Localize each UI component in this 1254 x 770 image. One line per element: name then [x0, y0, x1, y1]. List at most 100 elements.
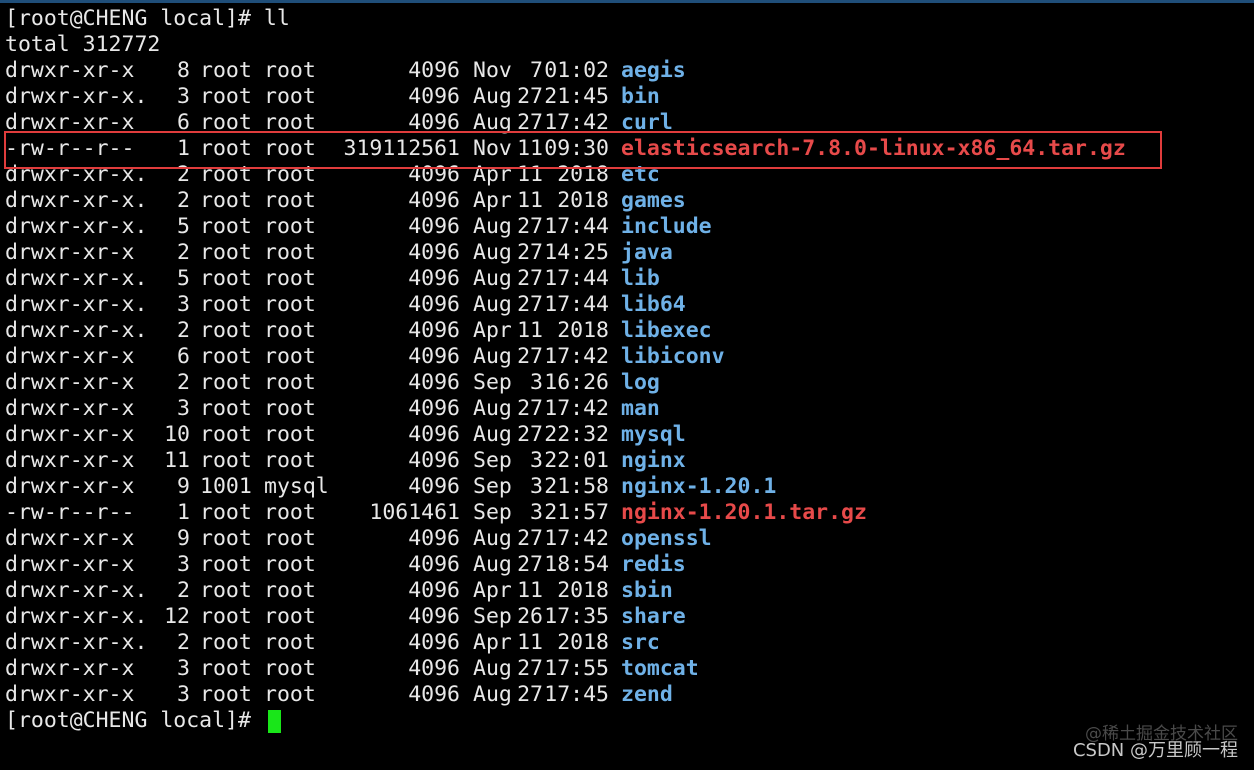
terminal-window[interactable]: [root@CHENG local]# ll total 312772 drwx… [0, 0, 1254, 770]
col-group: root [264, 240, 316, 265]
file-name-directory[interactable]: libiconv [609, 344, 725, 370]
col-month: Aug [473, 214, 512, 239]
file-name-directory[interactable]: redis [609, 552, 686, 578]
col-size: 4096 [408, 448, 460, 473]
col-perm: drwxr-xr-x. [5, 188, 148, 213]
file-name-directory[interactable]: openssl [609, 526, 712, 552]
col-perm: drwxr-xr-x. [5, 578, 148, 603]
listing-row: drwxr-xr-x. 2 root root 4096 Apr 11 2018 etc [5, 162, 1254, 188]
col-day: 27 [517, 266, 543, 291]
file-name-directory[interactable]: lib [609, 266, 660, 292]
file-name-directory[interactable]: curl [609, 110, 673, 136]
file-name-directory[interactable]: zend [609, 682, 673, 708]
file-name-directory[interactable]: libexec [609, 318, 712, 344]
col-day: 3 [530, 474, 543, 499]
col-time: 17:42 [544, 110, 609, 135]
col-time: 17:42 [544, 396, 609, 421]
directory-listing: drwxr-xr-x 8 root root 4096 Nov 701:02 aegis drw… [5, 58, 1254, 708]
listing-row: drwxr-xr-x 2 root root 4096 Aug 2714:25 java [5, 240, 1254, 266]
col-group: root [264, 682, 316, 707]
col-month: Aug [473, 240, 512, 265]
col-day: 11 [517, 318, 543, 343]
col-owner: root [200, 526, 252, 551]
file-name-archive[interactable]: elasticsearch-7.8.0-linux-x86_64.tar.gz [609, 136, 1126, 162]
col-size: 4096 [408, 474, 460, 499]
file-name-directory[interactable]: lib64 [609, 292, 686, 318]
file-name-directory[interactable]: etc [609, 162, 660, 188]
col-links: 2 [177, 370, 190, 395]
file-name-directory[interactable]: bin [609, 84, 660, 110]
col-day: 26 [517, 604, 543, 629]
col-day: 3 [530, 500, 543, 525]
col-perm: drwxr-xr-x. [5, 84, 148, 109]
listing-row: drwxr-xr-x. 3 root root 4096 Aug 2717:44 lib64 [5, 292, 1254, 318]
listing-row: drwxr-xr-x 3 root root 4096 Aug 2718:54 redis [5, 552, 1254, 578]
file-name-directory[interactable]: include [609, 214, 712, 240]
col-links: 3 [177, 682, 190, 707]
col-time: 22:32 [544, 422, 609, 447]
col-group: root [264, 448, 316, 473]
col-size: 4096 [408, 422, 460, 447]
col-links: 3 [177, 84, 190, 109]
col-links: 2 [177, 630, 190, 655]
listing-row: drwxr-xr-x 9 root root 4096 Aug 2717:42 openssl [5, 526, 1254, 552]
listing-row: -rw-r--r-- 1 root root 1061461 Sep 321:57 nginx… [5, 500, 1254, 526]
file-name-directory[interactable]: share [609, 604, 686, 630]
col-perm: drwxr-xr-x. [5, 604, 148, 629]
col-perm: drwxr-xr-x [5, 344, 135, 369]
col-links: 9 [177, 526, 190, 551]
col-group: root [264, 370, 316, 395]
listing-row: drwxr-xr-x 10 root root 4096 Aug 2722:32 mysql [5, 422, 1254, 448]
col-month: Nov [473, 58, 512, 83]
file-name-directory[interactable]: aegis [609, 58, 686, 84]
col-day: 27 [517, 656, 543, 681]
file-name-directory[interactable]: games [609, 188, 686, 214]
file-name-directory[interactable]: src [609, 630, 660, 656]
col-size: 4096 [408, 552, 460, 577]
col-owner: root [200, 682, 252, 707]
col-month: Apr [473, 188, 512, 213]
col-links: 3 [177, 292, 190, 317]
file-name-directory[interactable]: nginx [609, 448, 686, 474]
file-name-directory[interactable]: man [609, 396, 660, 422]
col-links: 1 [177, 500, 190, 525]
col-size: 4096 [408, 188, 460, 213]
file-name-archive[interactable]: nginx-1.20.1.tar.gz [609, 500, 867, 526]
col-group: root [264, 58, 316, 83]
col-month: Nov [473, 136, 512, 161]
col-links: 8 [177, 58, 190, 83]
file-name-directory[interactable]: tomcat [609, 656, 699, 682]
col-perm: drwxr-xr-x. [5, 318, 148, 343]
col-group: root [264, 526, 316, 551]
file-name-directory[interactable]: nginx-1.20.1 [609, 474, 776, 500]
col-day: 11 [517, 578, 543, 603]
col-group: root [264, 656, 316, 681]
file-name-directory[interactable]: java [609, 240, 673, 266]
col-group: root [264, 162, 316, 187]
col-time: 2018 [557, 318, 609, 343]
col-size: 4096 [408, 656, 460, 681]
col-size: 319112561 [343, 136, 461, 161]
col-month: Aug [473, 292, 512, 317]
col-owner: root [200, 448, 252, 473]
col-day: 27 [517, 682, 543, 707]
col-owner: root [200, 188, 252, 213]
col-day: 27 [517, 110, 543, 135]
col-owner: root [200, 578, 252, 603]
file-name-directory[interactable]: sbin [609, 578, 673, 604]
col-month: Aug [473, 344, 512, 369]
col-perm: drwxr-xr-x. [5, 630, 148, 655]
col-perm: drwxr-xr-x. [5, 266, 148, 291]
col-size: 4096 [408, 604, 460, 629]
col-group: root [264, 292, 316, 317]
col-day: 11 [517, 136, 543, 161]
file-name-directory[interactable]: mysql [609, 422, 686, 448]
col-month: Aug [473, 422, 512, 447]
col-size: 4096 [408, 266, 460, 291]
col-time: 21:58 [544, 474, 609, 499]
col-owner: root [200, 500, 252, 525]
prompt-line-current[interactable]: [root@CHENG local]# [5, 708, 1254, 734]
file-name-directory[interactable]: log [609, 370, 660, 396]
col-time: 17:44 [544, 266, 609, 291]
col-size: 4096 [408, 396, 460, 421]
